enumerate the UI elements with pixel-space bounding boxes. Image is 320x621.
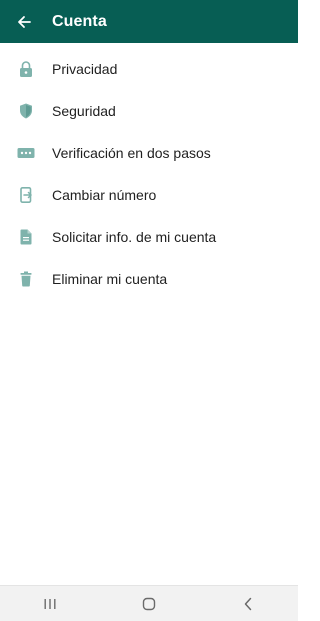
menu-item-delete-account[interactable]: Eliminar mi cuenta (0, 258, 298, 300)
app-bar: Cuenta (0, 0, 298, 43)
back-button[interactable] (6, 0, 42, 43)
menu-item-label: Cambiar número (52, 187, 157, 203)
trash-icon (0, 271, 52, 287)
menu-item-privacy[interactable]: Privacidad (0, 48, 298, 90)
lock-icon (0, 61, 52, 77)
recent-apps-icon (44, 598, 56, 609)
home-button[interactable] (119, 586, 179, 621)
home-icon (142, 597, 156, 610)
back-icon (245, 597, 252, 610)
page-title: Cuenta (52, 12, 107, 30)
menu-item-label: Solicitar info. de mi cuenta (52, 229, 217, 245)
menu-item-label: Eliminar mi cuenta (52, 271, 168, 287)
system-back-button[interactable] (218, 586, 278, 621)
menu-item-label: Seguridad (52, 103, 116, 119)
recent-apps-button[interactable] (20, 586, 80, 621)
menu-item-label: Verificación en dos pasos (52, 145, 211, 161)
menu-item-two-step-verification[interactable]: Verificación en dos pasos (0, 132, 298, 174)
arrow-back-icon (18, 15, 31, 28)
account-menu: Privacidad Seguridad Verificación en dos… (0, 48, 298, 300)
system-nav-bar (0, 585, 298, 621)
phone-change-icon (0, 187, 52, 203)
menu-item-label: Privacidad (52, 61, 118, 77)
dots-icon (0, 147, 52, 159)
menu-item-change-number[interactable]: Cambiar número (0, 174, 298, 216)
shield-icon (0, 103, 52, 119)
menu-item-security[interactable]: Seguridad (0, 90, 298, 132)
menu-item-request-account-info[interactable]: Solicitar info. de mi cuenta (0, 216, 298, 258)
document-icon (0, 229, 52, 245)
